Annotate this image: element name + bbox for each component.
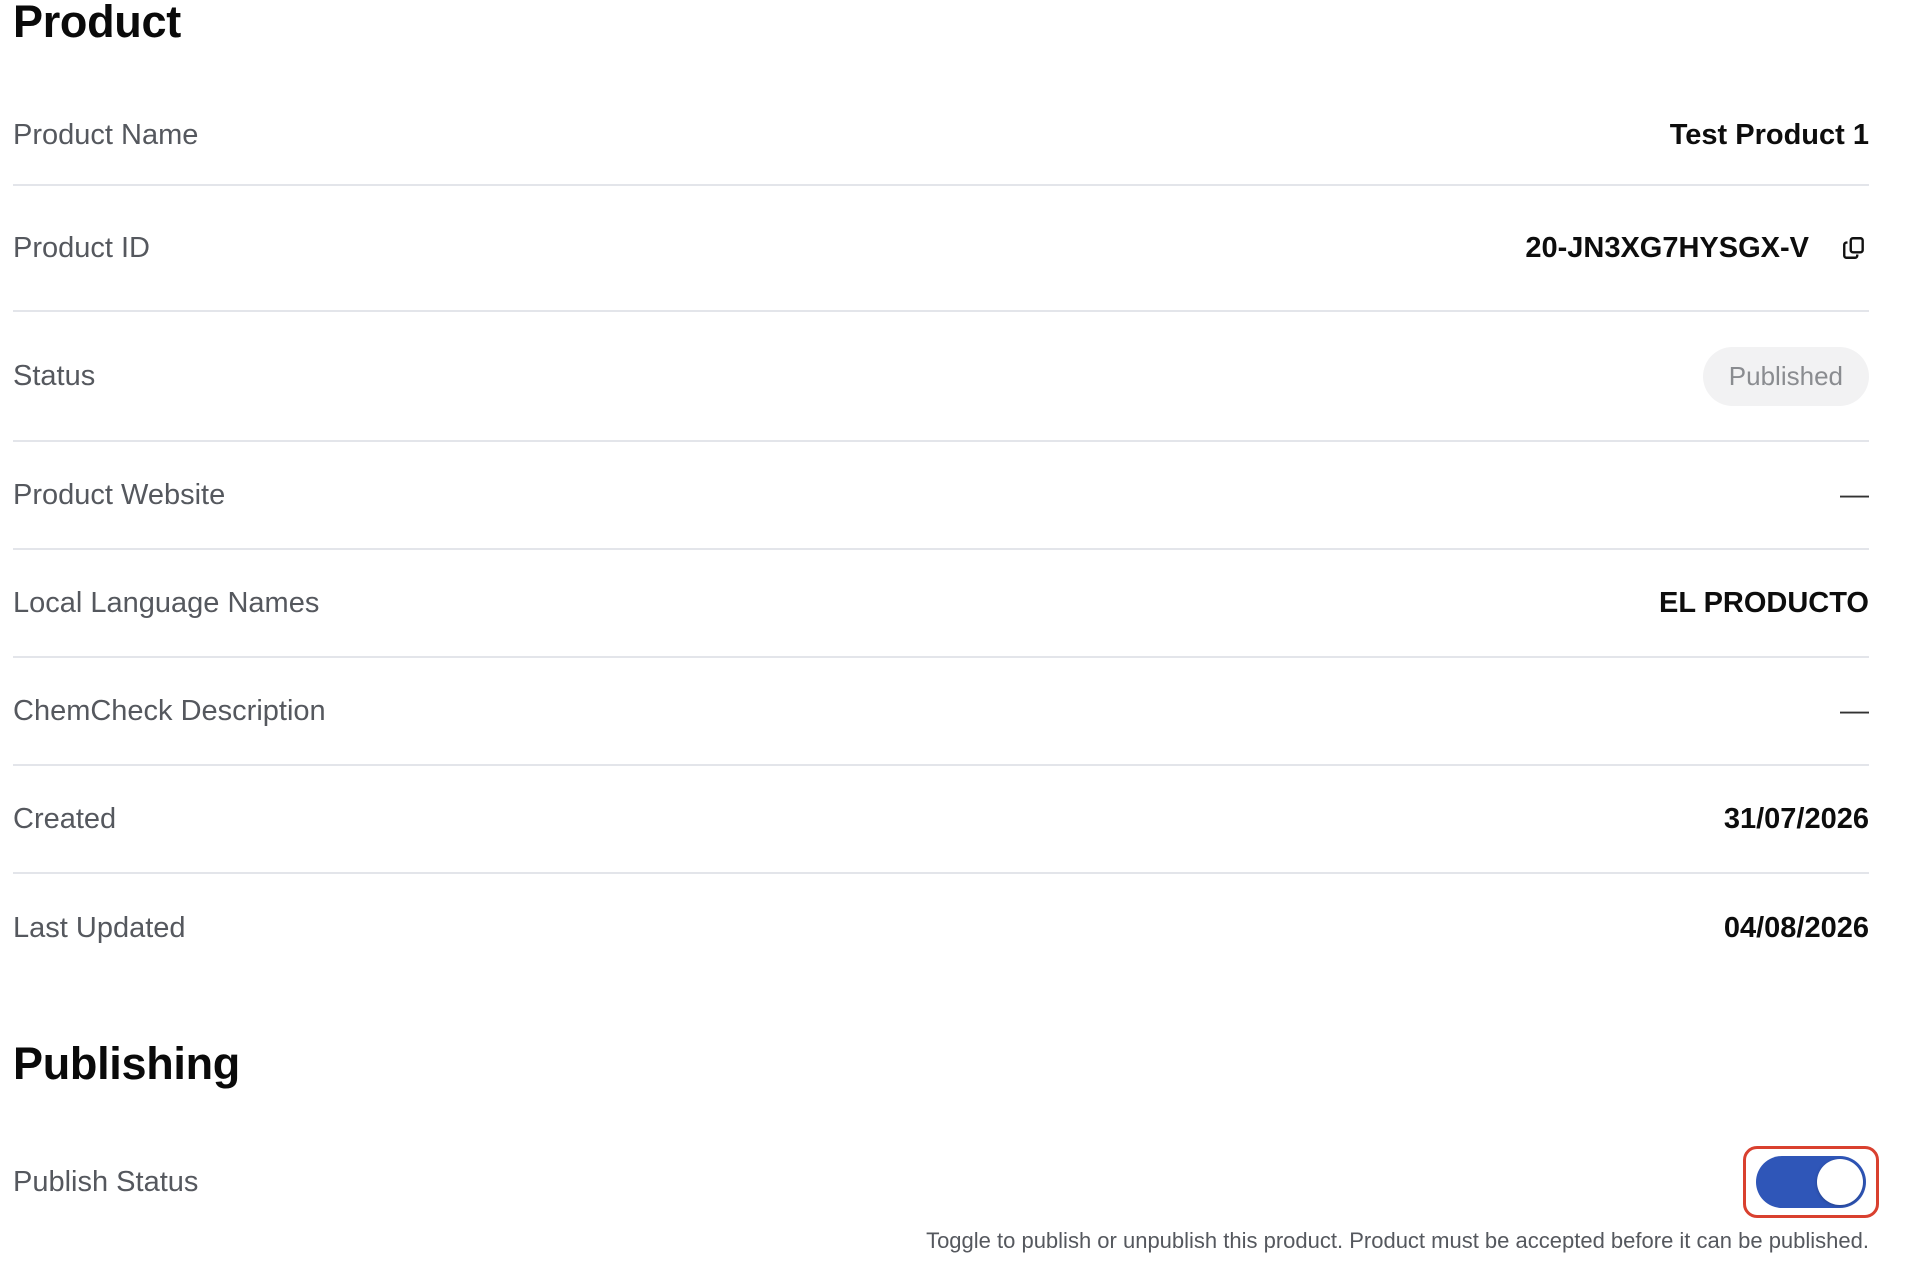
product-id-value-group: 20-JN3XG7HYSGX-V [1525, 232, 1869, 265]
row-product-website: Product Website — [13, 442, 1869, 550]
row-created: Created 31/07/2026 [13, 766, 1869, 874]
status-badge: Published [1702, 346, 1869, 406]
product-name-value: Test Product 1 [1669, 118, 1869, 151]
product-name-label: Product Name [13, 118, 199, 151]
row-local-language-names: Local Language Names EL PRODUCTO [13, 550, 1869, 658]
row-status: Status Published [13, 312, 1869, 442]
status-label: Status [13, 359, 96, 392]
product-section-title: Product [13, 0, 181, 47]
row-product-name: Product Name Test Product 1 [13, 86, 1869, 186]
created-value: 31/07/2026 [1723, 802, 1869, 835]
copy-id-button[interactable] [1839, 233, 1869, 263]
product-details-page: Product Product Name Test Product 1 Prod… [0, 0, 1906, 1270]
product-website-label: Product Website [13, 478, 226, 511]
local-language-names-label: Local Language Names [13, 586, 320, 619]
created-label: Created [13, 802, 117, 835]
product-id-value: 20-JN3XG7HYSGX-V [1525, 231, 1809, 264]
toggle-knob [1817, 1159, 1863, 1205]
product-id-label: Product ID [13, 231, 150, 264]
row-chemcheck-description: ChemCheck Description — [13, 658, 1869, 766]
last-updated-value: 04/08/2026 [1723, 911, 1869, 944]
last-updated-label: Last Updated [13, 911, 186, 944]
publishing-section-title: Publishing [13, 1038, 240, 1089]
row-publish-status: Publish Status [13, 1146, 1713, 1218]
publish-status-label: Publish Status [13, 1165, 199, 1198]
chemcheck-description-value: — [1840, 694, 1869, 727]
chemcheck-description-label: ChemCheck Description [13, 694, 326, 727]
publish-toggle-highlight [1743, 1146, 1879, 1218]
local-language-names-value: EL PRODUCTO [1658, 586, 1869, 619]
row-product-id: Product ID 20-JN3XG7HYSGX-V [13, 186, 1869, 312]
publish-help-text: Toggle to publish or unpublish this prod… [926, 1228, 1869, 1253]
product-website-value: — [1840, 478, 1869, 511]
publish-toggle[interactable] [1756, 1156, 1866, 1208]
copy-icon [1843, 237, 1864, 259]
row-last-updated: Last Updated 04/08/2026 [13, 874, 1869, 982]
